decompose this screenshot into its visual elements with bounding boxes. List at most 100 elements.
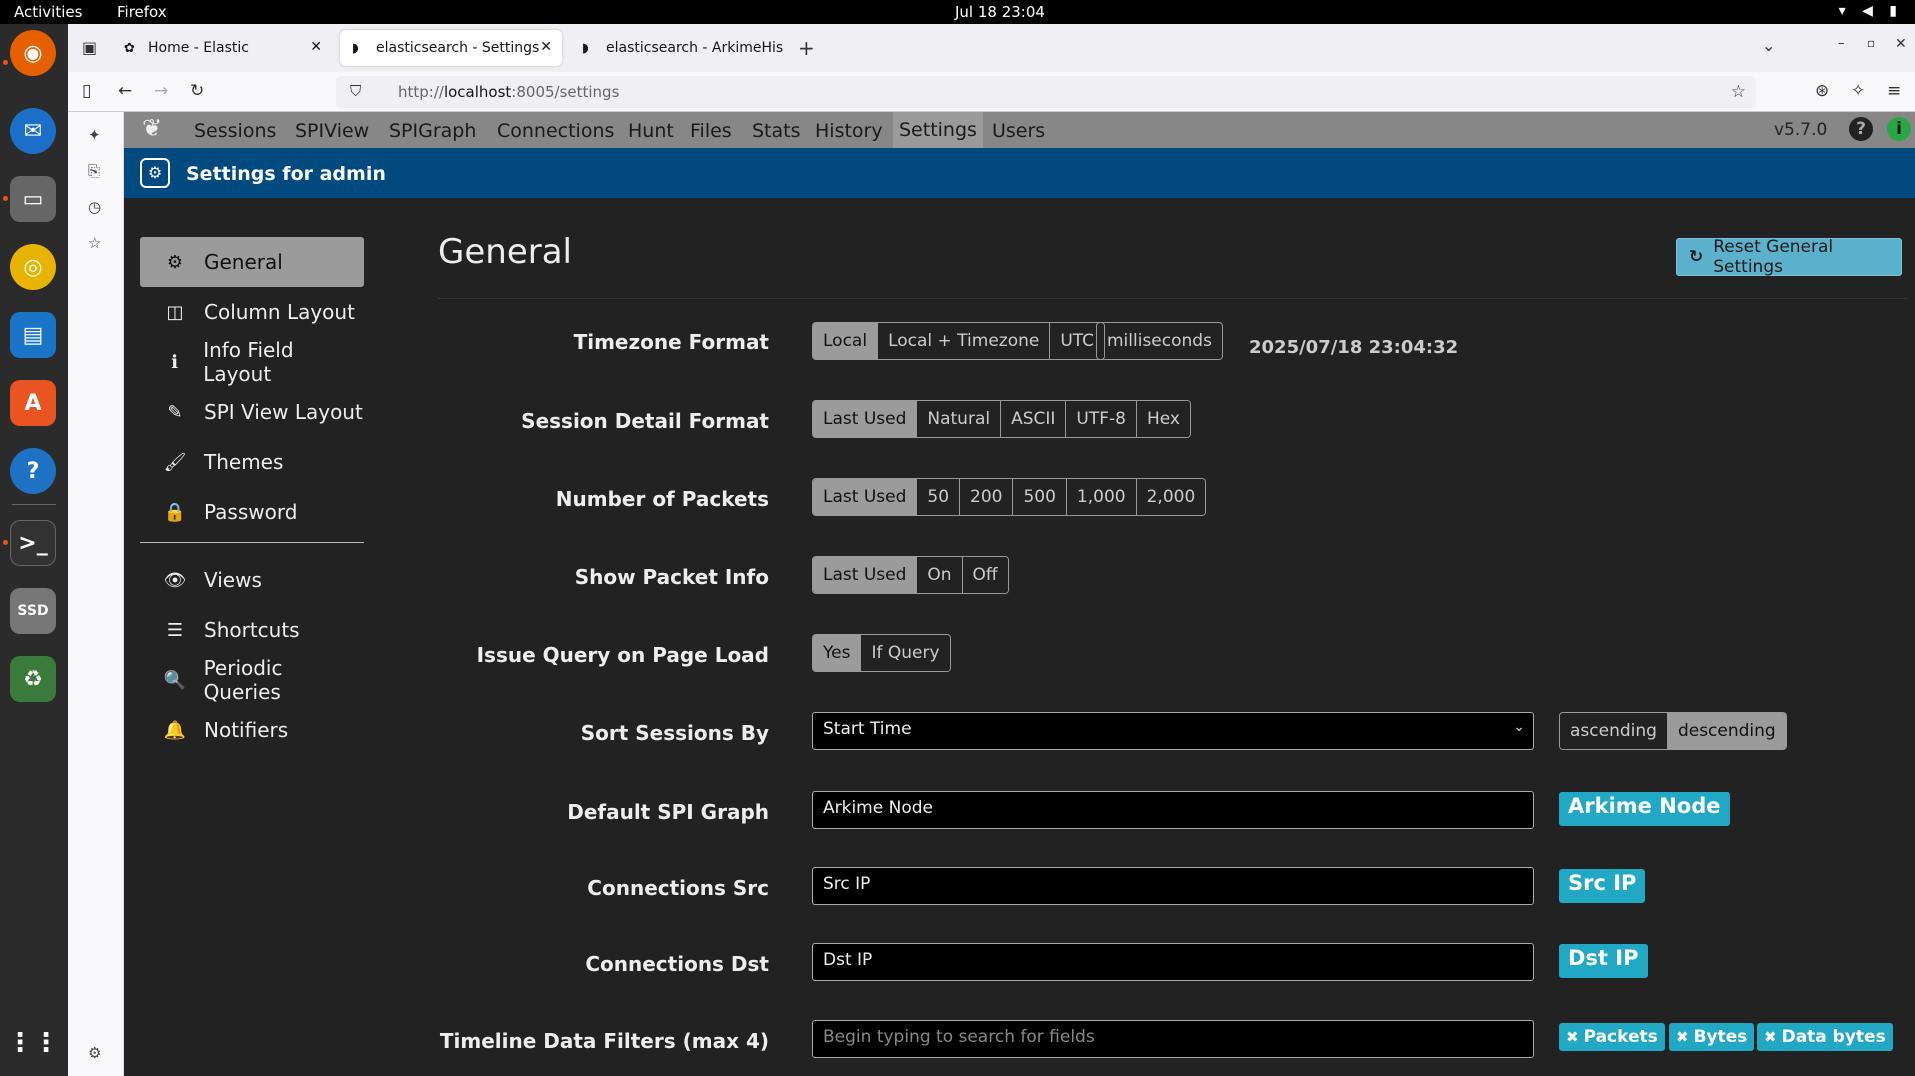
- tab-home-elastic[interactable]: ✿ Home - Elastic ✕: [112, 30, 332, 66]
- show-apps-icon[interactable]: ⋮⋮: [7, 1020, 59, 1066]
- nav-settings[interactable]: Settings: [893, 112, 983, 148]
- help-icon[interactable]: ?: [10, 448, 56, 494]
- close-window-icon[interactable]: ✕: [1895, 36, 1907, 52]
- timezone-format-label: Timezone Format: [573, 330, 769, 354]
- packets-option-500[interactable]: 500: [1013, 479, 1067, 515]
- packet-info-option-last-used[interactable]: Last Used: [813, 557, 918, 593]
- nav-users[interactable]: Users: [992, 120, 1045, 142]
- history-icon[interactable]: ◷: [88, 198, 101, 216]
- timeline-filters-input[interactable]: Begin typing to search for fields: [812, 1020, 1534, 1058]
- list-all-tabs-icon[interactable]: ⌄: [1762, 36, 1775, 55]
- tab-settings[interactable]: ◗ elasticsearch - Settings ✕: [340, 30, 562, 66]
- rhythmbox-icon[interactable]: ◎: [10, 244, 56, 290]
- tab-arkime-history[interactable]: ◗ elasticsearch - ArkimeHis: [570, 30, 790, 66]
- ssd-drive-icon[interactable]: SSD: [10, 588, 56, 634]
- health-info-icon[interactable]: i: [1887, 117, 1911, 141]
- default-spi-graph-input[interactable]: Arkime Node: [812, 791, 1534, 829]
- settings-nav-general[interactable]: ⚙ General: [140, 237, 364, 287]
- arkime-favicon-icon: ◗: [352, 40, 359, 56]
- spi-graph-field-badge: Arkime Node: [1559, 792, 1730, 826]
- files-icon[interactable]: ▭: [10, 176, 56, 222]
- remove-x-icon[interactable]: ✖: [1676, 1028, 1689, 1046]
- packet-info-option-on[interactable]: On: [917, 557, 963, 593]
- reset-general-settings-button[interactable]: ↻ Reset General Settings: [1676, 237, 1902, 277]
- url-path: :8005/settings: [511, 83, 620, 101]
- arkime-logo-icon[interactable]: ❦: [142, 114, 162, 146]
- extension-icon[interactable]: ⊛: [1815, 81, 1829, 101]
- packets-option-1000[interactable]: 1,000: [1066, 479, 1137, 515]
- packets-option-50[interactable]: 50: [917, 479, 961, 515]
- trash-icon[interactable]: ♻: [10, 656, 56, 702]
- timeline-filter-bytes[interactable]: ✖ Bytes: [1669, 1023, 1755, 1051]
- activities-button[interactable]: Activities: [14, 3, 82, 21]
- timeline-filter-label: Data bytes: [1781, 1027, 1886, 1047]
- remove-x-icon[interactable]: ✖: [1764, 1028, 1777, 1046]
- firefox-icon[interactable]: ◉: [10, 30, 56, 76]
- bookmarks-icon[interactable]: ☆: [88, 234, 101, 252]
- thunderbird-icon[interactable]: ✉: [10, 108, 56, 154]
- nav-spiview[interactable]: SPIView: [295, 120, 369, 142]
- menu-icon[interactable]: ≡: [1887, 81, 1901, 101]
- sort-sessions-select[interactable]: Start Time ⌄: [812, 712, 1534, 750]
- nav-files[interactable]: Files: [690, 120, 732, 142]
- app-menu[interactable]: Firefox: [117, 3, 167, 21]
- session-detail-option-ascii[interactable]: ASCII: [1001, 401, 1067, 437]
- reset-label: Reset General Settings: [1713, 237, 1834, 277]
- synced-tabs-icon[interactable]: ⎘: [88, 162, 100, 180]
- close-tab-icon[interactable]: ✕: [540, 39, 552, 55]
- timezone-preview: 2025/07/18 23:04:32: [1249, 337, 1459, 358]
- nav-connections[interactable]: Connections: [497, 120, 614, 142]
- connections-src-input[interactable]: Src IP: [812, 867, 1534, 905]
- close-tab-icon[interactable]: ✕: [310, 39, 322, 55]
- packet-info-option-off[interactable]: Off: [962, 557, 1008, 593]
- settings-header: ⚙ Settings for admin: [124, 148, 1915, 198]
- timezone-option-local-timezone[interactable]: Local + Timezone: [878, 323, 1051, 359]
- search-icon: 🔍: [163, 669, 186, 691]
- session-detail-option-natural[interactable]: Natural: [917, 401, 1002, 437]
- timeline-filter-data-bytes[interactable]: ✖ Data bytes: [1757, 1023, 1893, 1051]
- nav-spigraph[interactable]: SPIGraph: [389, 120, 476, 142]
- settings-nav-label: Column Layout: [204, 300, 355, 324]
- clock[interactable]: Jul 18 23:04: [955, 3, 1045, 21]
- session-detail-option-utf8[interactable]: UTF-8: [1066, 401, 1137, 437]
- extensions-puzzle-icon[interactable]: ✧: [1851, 81, 1865, 101]
- packets-option-200[interactable]: 200: [960, 479, 1014, 515]
- milliseconds-toggle[interactable]: milliseconds: [1096, 322, 1223, 360]
- timeline-filter-packets[interactable]: ✖ Packets: [1559, 1023, 1665, 1051]
- nav-history[interactable]: History: [815, 120, 883, 142]
- system-tray-icons[interactable]: ▾ ◀ ▮: [1839, 3, 1903, 19]
- session-detail-option-hex[interactable]: Hex: [1136, 401, 1190, 437]
- maximize-icon[interactable]: ▫: [1867, 36, 1875, 50]
- reload-icon[interactable]: ↻: [190, 81, 204, 101]
- new-tab-icon[interactable]: +: [798, 36, 815, 60]
- shield-icon[interactable]: ⛉: [350, 82, 361, 100]
- terminal-icon[interactable]: >_: [10, 520, 56, 566]
- sort-order-descending[interactable]: descending: [1667, 713, 1786, 749]
- ai-chat-icon[interactable]: ✦: [88, 126, 101, 144]
- sidebar-toggle-icon[interactable]: ▯: [82, 81, 91, 101]
- writer-icon[interactable]: ▤: [10, 312, 56, 358]
- nav-hunt[interactable]: Hunt: [628, 120, 674, 142]
- issue-query-option-if-query[interactable]: If Query: [861, 635, 950, 671]
- bookmark-star-icon[interactable]: ☆: [1731, 82, 1746, 102]
- timezone-option-local[interactable]: Local: [813, 323, 879, 359]
- tab-list-icon[interactable]: ▣: [82, 38, 97, 57]
- help-icon[interactable]: ?: [1849, 117, 1873, 141]
- remove-x-icon[interactable]: ✖: [1566, 1028, 1579, 1046]
- sort-order-ascending[interactable]: ascending: [1560, 713, 1668, 749]
- back-icon[interactable]: ←: [118, 81, 132, 101]
- packets-option-2000[interactable]: 2,000: [1136, 479, 1206, 515]
- settings-nav-themes[interactable]: 🖌 Themes: [140, 437, 364, 487]
- nav-stats[interactable]: Stats: [752, 120, 801, 142]
- session-detail-option-last-used[interactable]: Last Used: [813, 401, 918, 437]
- packets-option-last-used[interactable]: Last Used: [813, 479, 918, 515]
- app-center-icon[interactable]: A: [10, 380, 56, 426]
- url-bar[interactable]: ⛉ http://localhost:8005/settings ☆: [336, 76, 1756, 108]
- nav-sessions[interactable]: Sessions: [194, 120, 276, 142]
- connections-dst-input[interactable]: Dst IP: [812, 943, 1534, 981]
- tab-bar: ▣ ✿ Home - Elastic ✕ ◗ elasticsearch - S…: [68, 24, 1915, 72]
- forward-icon[interactable]: →: [154, 81, 168, 101]
- customize-gear-icon[interactable]: ⚙: [88, 1044, 101, 1062]
- issue-query-option-yes[interactable]: Yes: [813, 635, 862, 671]
- minimize-icon[interactable]: –: [1838, 36, 1845, 51]
